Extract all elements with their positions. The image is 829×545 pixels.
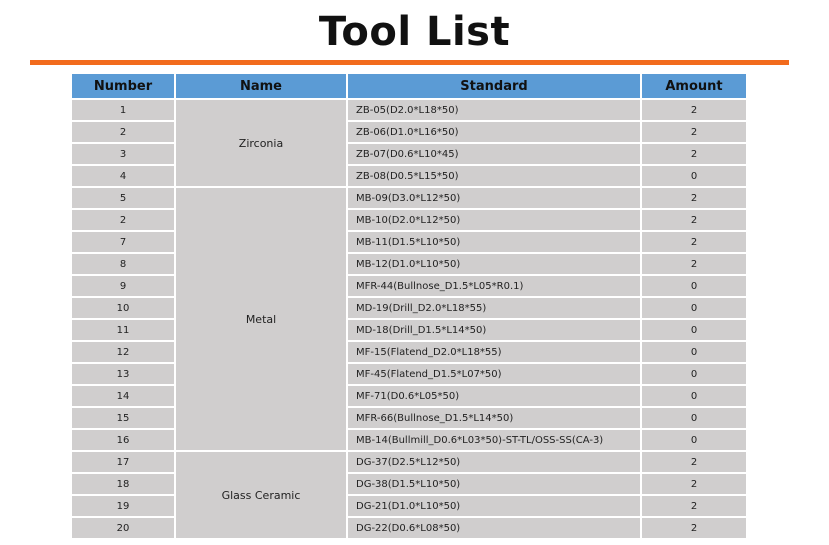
cell-standard: MB-12(D1.0*L10*50) (346, 252, 642, 276)
cell-amount: 2 (640, 208, 748, 232)
cell-amount: 2 (640, 472, 748, 496)
cell-standard: MB-14(Bullmill_D0.6*L03*50)-ST-TL/OSS-SS… (346, 428, 642, 452)
cell-standard: MD-18(Drill_D1.5*L14*50) (346, 318, 642, 342)
table-row: 2 MB-10(D2.0*L12*50) 2 (70, 208, 748, 232)
cell-amount: 0 (640, 274, 748, 298)
cell-number: 16 (70, 428, 176, 452)
cell-amount: 0 (640, 164, 748, 188)
header-amount: Amount (640, 72, 748, 100)
table-row: 15 MFR-66(Bullnose_D1.5*L14*50) 0 (70, 406, 748, 430)
cell-number: 12 (70, 340, 176, 364)
table-row: 20 DG-22(D0.6*L08*50) 2 (70, 516, 748, 540)
tool-table: Number Name Standard Amount 1 Zirconia ZB-… (70, 72, 748, 540)
cell-amount: 2 (640, 186, 748, 210)
cell-amount: 2 (640, 494, 748, 518)
cell-amount: 2 (640, 98, 748, 122)
cell-group-name: Metal (174, 186, 348, 452)
table-row: 18 DG-38(D1.5*L10*50) 2 (70, 472, 748, 496)
cell-number: 2 (70, 208, 176, 232)
cell-standard: MFR-66(Bullnose_D1.5*L14*50) (346, 406, 642, 430)
cell-amount: 2 (640, 450, 748, 474)
page-title: Tool List (318, 9, 511, 55)
cell-standard: MF-45(Flatend_D1.5*L07*50) (346, 362, 642, 386)
table-row: 12 MF-15(Flatend_D2.0*L18*55) 0 (70, 340, 748, 364)
cell-standard: ZB-05(D2.0*L18*50) (346, 98, 642, 122)
table-row: 9 MFR-44(Bullnose_D1.5*L05*R0.1) 0 (70, 274, 748, 298)
header-standard: Standard (346, 72, 642, 100)
cell-number: 9 (70, 274, 176, 298)
cell-number: 15 (70, 406, 176, 430)
cell-amount: 0 (640, 340, 748, 364)
cell-standard: MF-71(D0.6*L05*50) (346, 384, 642, 408)
table-header-row: Number Name Standard Amount (70, 72, 748, 100)
cell-number: 8 (70, 252, 176, 276)
cell-number: 20 (70, 516, 176, 540)
cell-number: 5 (70, 186, 176, 210)
cell-standard: ZB-07(D0.6*L10*45) (346, 142, 642, 166)
cell-group-name: Zirconia (174, 98, 348, 188)
cell-number: 19 (70, 494, 176, 518)
cell-number: 17 (70, 450, 176, 474)
table-row: 11 MD-18(Drill_D1.5*L14*50) 0 (70, 318, 748, 342)
table-row: 1 Zirconia ZB-05(D2.0*L18*50) 2 (70, 98, 748, 188)
cell-standard: ZB-06(D1.0*L16*50) (346, 120, 642, 144)
cell-amount: 0 (640, 296, 748, 320)
table-row: 3 ZB-07(D0.6*L10*45) 2 (70, 142, 748, 166)
cell-amount: 0 (640, 384, 748, 408)
cell-group-name: Glass Ceramic (174, 450, 348, 540)
cell-amount: 2 (640, 120, 748, 144)
cell-number: 18 (70, 472, 176, 496)
table-row: 4 ZB-08(D0.5*L15*50) 0 (70, 164, 748, 188)
cell-number: 10 (70, 296, 176, 320)
cell-number: 2 (70, 120, 176, 144)
cell-amount: 2 (640, 516, 748, 540)
cell-number: 11 (70, 318, 176, 342)
cell-standard: DG-22(D0.6*L08*50) (346, 516, 642, 540)
cell-standard: MB-09(D3.0*L12*50) (346, 186, 642, 210)
header-number: Number (70, 72, 176, 100)
cell-standard: MD-19(Drill_D2.0*L18*55) (346, 296, 642, 320)
table-row: 8 MB-12(D1.0*L10*50) 2 (70, 252, 748, 276)
table-row: 2 ZB-06(D1.0*L16*50) 2 (70, 120, 748, 144)
cell-standard: DG-37(D2.5*L12*50) (346, 450, 642, 474)
cell-standard: MB-11(D1.5*L10*50) (346, 230, 642, 254)
cell-amount: 0 (640, 428, 748, 452)
cell-amount: 0 (640, 318, 748, 342)
cell-number: 1 (70, 98, 176, 122)
cell-number: 13 (70, 362, 176, 386)
cell-number: 4 (70, 164, 176, 188)
table-row: 13 MF-45(Flatend_D1.5*L07*50) 0 (70, 362, 748, 386)
table-row: 17 Glass Ceramic DG-37(D2.5*L12*50) 2 (70, 450, 748, 540)
table-row: 16 MB-14(Bullmill_D0.6*L03*50)-ST-TL/OSS-… (70, 428, 748, 452)
cell-amount: 2 (640, 142, 748, 166)
cell-standard: MF-15(Flatend_D2.0*L18*55) (346, 340, 642, 364)
cell-amount: 2 (640, 230, 748, 254)
cell-number: 14 (70, 384, 176, 408)
cell-standard: DG-21(D1.0*L10*50) (346, 494, 642, 518)
table-row: 19 DG-21(D1.0*L10*50) 2 (70, 494, 748, 518)
table-body: 1 Zirconia ZB-05(D2.0*L18*50) 2 2 ZB-06(D1.0*… (70, 98, 748, 540)
cell-standard: MB-10(D2.0*L12*50) (346, 208, 642, 232)
cell-standard: DG-38(D1.5*L10*50) (346, 472, 642, 496)
cell-amount: 0 (640, 406, 748, 430)
header-name: Name (174, 72, 348, 100)
table-row: 14 MF-71(D0.6*L05*50) 0 (70, 384, 748, 408)
table-row: 5 Metal MB-09(D3.0*L12*50) 2 (70, 186, 748, 452)
cell-standard: ZB-08(D0.5*L15*50) (346, 164, 642, 188)
cell-number: 3 (70, 142, 176, 166)
cell-amount: 2 (640, 252, 748, 276)
cell-standard: MFR-44(Bullnose_D1.5*L05*R0.1) (346, 274, 642, 298)
table-row: 10 MD-19(Drill_D2.0*L18*55) 0 (70, 296, 748, 320)
table-row: 7 MB-11(D1.5*L10*50) 2 (70, 230, 748, 254)
cell-amount: 0 (640, 362, 748, 386)
title-underline (30, 60, 789, 65)
cell-number: 7 (70, 230, 176, 254)
